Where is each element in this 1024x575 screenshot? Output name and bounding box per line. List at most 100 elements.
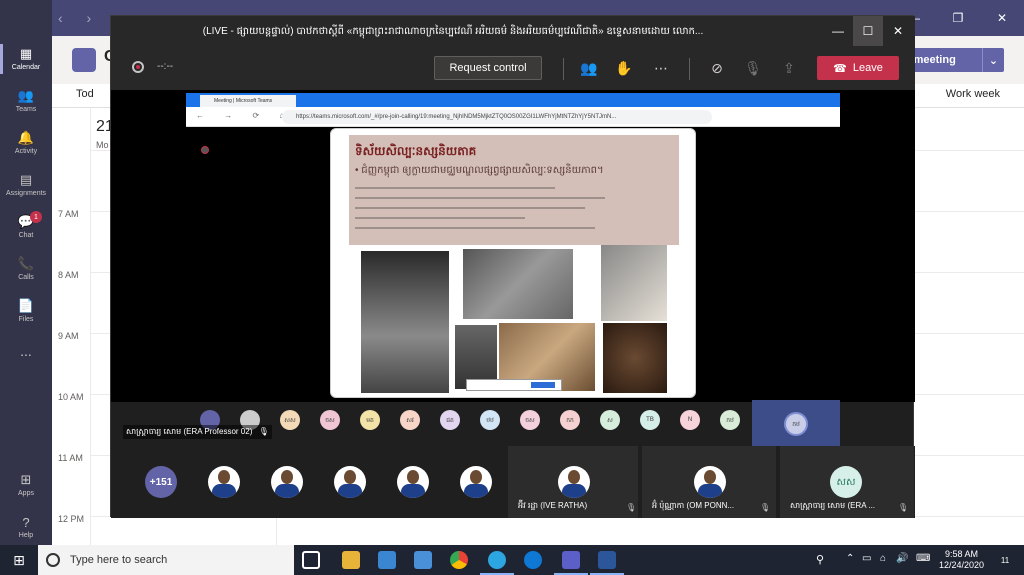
people-icon[interactable]: ⚲ [816, 553, 824, 566]
browser-tab: Meeting | Microsoft Teams [200, 95, 296, 107]
rail-assignments[interactable]: ▤ Assignments [0, 164, 52, 206]
tray-chevron-icon[interactable]: ⌃ [846, 553, 854, 564]
participant-video[interactable] [334, 466, 366, 498]
telegram-icon[interactable] [488, 551, 506, 569]
language-icon[interactable]: ⌨ [916, 553, 930, 564]
close-icon[interactable]: ✕ [980, 0, 1024, 36]
notification-icon[interactable]: 11 [996, 551, 1014, 569]
restore-icon[interactable]: ❐ [936, 0, 980, 36]
participant-video[interactable] [397, 466, 429, 498]
spotlight-tile[interactable]: កឋ [752, 400, 840, 446]
system-clock[interactable]: 9:58 AM 12/24/2020 [939, 549, 984, 571]
word-icon[interactable] [598, 551, 616, 569]
meeting-timer: --:-- [157, 61, 174, 72]
more-participants-button[interactable]: +151 [145, 466, 177, 498]
recording-indicator [201, 146, 209, 154]
chat-badge: 1 [30, 211, 42, 223]
presentation-slide: ទិស័យសិល្បៈនស្សនិយតាគ • ជំញ្ញកម្ពុជា ឲ្យ… [330, 128, 696, 398]
participant-avatar[interactable]: កឋ [720, 410, 740, 430]
participant-tile[interactable]: សស សាស្ត្រាចារ្យ សោម (ERA ... 🎙 [780, 446, 914, 518]
leave-button[interactable]: ☎ Leave [817, 56, 899, 80]
participant-name: អ៊ីវ រដ្ឋា (IVE RATHA) [518, 501, 588, 510]
time-label: 10 AM [58, 392, 84, 402]
camera-off-icon[interactable]: ⊘ [707, 58, 727, 78]
rail-label: Calls [18, 274, 34, 281]
participant-avatar[interactable]: សស [280, 410, 300, 430]
edge-icon[interactable] [524, 551, 542, 569]
task-view-icon[interactable] [302, 551, 320, 569]
video-gallery: +151 អ៊ីវ រដ្ឋា (IVE RATHA) 🎙 អ៊ំ ប៉ុណ្ណ… [111, 446, 915, 518]
participant-avatar[interactable]: TB [640, 410, 660, 430]
rail-help[interactable]: ? Help [0, 506, 52, 548]
battery-icon[interactable]: ▭ [862, 553, 871, 564]
taskbar-search[interactable]: Type here to search [38, 545, 294, 575]
divider [563, 58, 564, 80]
participant-avatar[interactable]: ផត [440, 410, 460, 430]
mail-icon[interactable] [414, 551, 432, 569]
chevron-down-icon[interactable]: ⌄ [982, 48, 1004, 72]
windows-start-icon[interactable]: ⊞ [0, 545, 38, 575]
day-name: Mo [96, 140, 109, 150]
rail-teams[interactable]: 👥 Teams [0, 80, 52, 122]
meeting-window: (LIVE - ផ្សាយបន្តផ្ទាល់) បាឋកថាស្តីពី «ក… [110, 15, 915, 518]
view-selector[interactable]: Work week [946, 88, 1000, 100]
rail-apps[interactable]: ⊞ Apps [0, 464, 52, 506]
more-options-icon[interactable]: ⋯ [651, 58, 671, 78]
chrome-icon[interactable] [450, 551, 468, 569]
rail-label: Files [18, 316, 34, 323]
rail-activity[interactable]: 🔔 Activity [0, 122, 52, 164]
back-forward-icon[interactable]: ‹ › [58, 10, 101, 26]
mic-off-icon: 🎙 [898, 503, 909, 512]
slide-bullet [355, 207, 585, 209]
participant-tile[interactable]: អ៊ំ ប៉ុណ្ណាកា (OM PONN... 🎙 [642, 446, 776, 518]
participant-name: សាស្ត្រាចារ្យ សោម (ERA ... [790, 501, 876, 510]
presenter-label: សាស្ត្រាចារ្យ សោម (ERA Professor 02) [126, 427, 253, 436]
share-screen-icon[interactable]: ⇪ [779, 58, 799, 78]
participant-avatar[interactable]: ចស [520, 410, 540, 430]
participants-icon[interactable]: 👥 [579, 58, 599, 78]
participant-avatar[interactable]: ស [600, 410, 620, 430]
recording-icon [132, 61, 144, 73]
teams-taskbar-icon[interactable] [562, 551, 580, 569]
raise-hand-icon[interactable]: ✋ [614, 58, 634, 78]
participant-strip: សស ចស មត សវ ផត ឋឋ ចស កក ស TB N កឋ [186, 400, 840, 440]
rail-calls[interactable]: 📞 Calls [0, 248, 52, 290]
store-icon[interactable] [378, 551, 396, 569]
spotlight-avatar: កឋ [784, 412, 808, 436]
mic-off-icon[interactable]: 🎙 [743, 58, 763, 78]
volume-icon[interactable]: 🔊 [896, 553, 908, 564]
participant-avatar[interactable]: កក [560, 410, 580, 430]
participant-avatar[interactable]: ឋឋ [480, 410, 500, 430]
participant-tile[interactable]: អ៊ីវ រដ្ឋា (IVE RATHA) 🎙 [508, 446, 638, 518]
bas-relief-photo [463, 249, 573, 319]
rail-label: Assignments [5, 190, 47, 197]
time-label: 9 AM [58, 331, 79, 341]
participant-avatar[interactable]: សវ [400, 410, 420, 430]
maximize-icon[interactable]: ☐ [853, 16, 883, 46]
shadow-puppet-photo [603, 323, 667, 393]
file-icon: 📄 [17, 298, 35, 313]
close-icon[interactable]: ✕ [883, 16, 913, 46]
slide-text-box: ទិស័យសិល្បៈនស្សនិយតាគ • ជំញ្ញកម្ពុជា ឲ្យ… [349, 135, 679, 245]
network-icon[interactable]: ⌂ [880, 553, 886, 564]
file-explorer-icon[interactable] [342, 551, 360, 569]
assignments-icon: ▤ [19, 172, 33, 187]
participant-name: អ៊ំ ប៉ុណ្ណាកា (OM PONN... [652, 501, 735, 510]
presenter-name: សាស្ត្រាចារ្យ សោម (ERA Professor 02) 🎙 [123, 425, 272, 439]
participant-video[interactable] [208, 466, 240, 498]
participant-avatar[interactable]: មត [360, 410, 380, 430]
rail-calendar[interactable]: ▦ Calendar [0, 38, 52, 80]
phone-icon: 📞 [17, 256, 35, 271]
rail-files[interactable]: 📄 Files [0, 290, 52, 332]
rail-label: Calendar [11, 64, 41, 71]
participant-avatar[interactable]: N [680, 410, 700, 430]
participant-video[interactable] [271, 466, 303, 498]
today-button[interactable]: Tod [76, 88, 94, 100]
participant-video[interactable] [460, 466, 492, 498]
request-control-button[interactable]: Request control [434, 56, 542, 80]
slide-subtitle: • ជំញ្ញកម្ពុជា ឲ្យក្លាយជាមជ្ឈមណ្ឌលផ្សព្វ… [355, 165, 604, 176]
rail-more[interactable]: ... [0, 330, 52, 372]
participant-avatar[interactable]: ចស [320, 410, 340, 430]
minimize-icon[interactable]: — [823, 16, 853, 46]
rail-chat[interactable]: 💬 1 Chat [0, 206, 52, 248]
